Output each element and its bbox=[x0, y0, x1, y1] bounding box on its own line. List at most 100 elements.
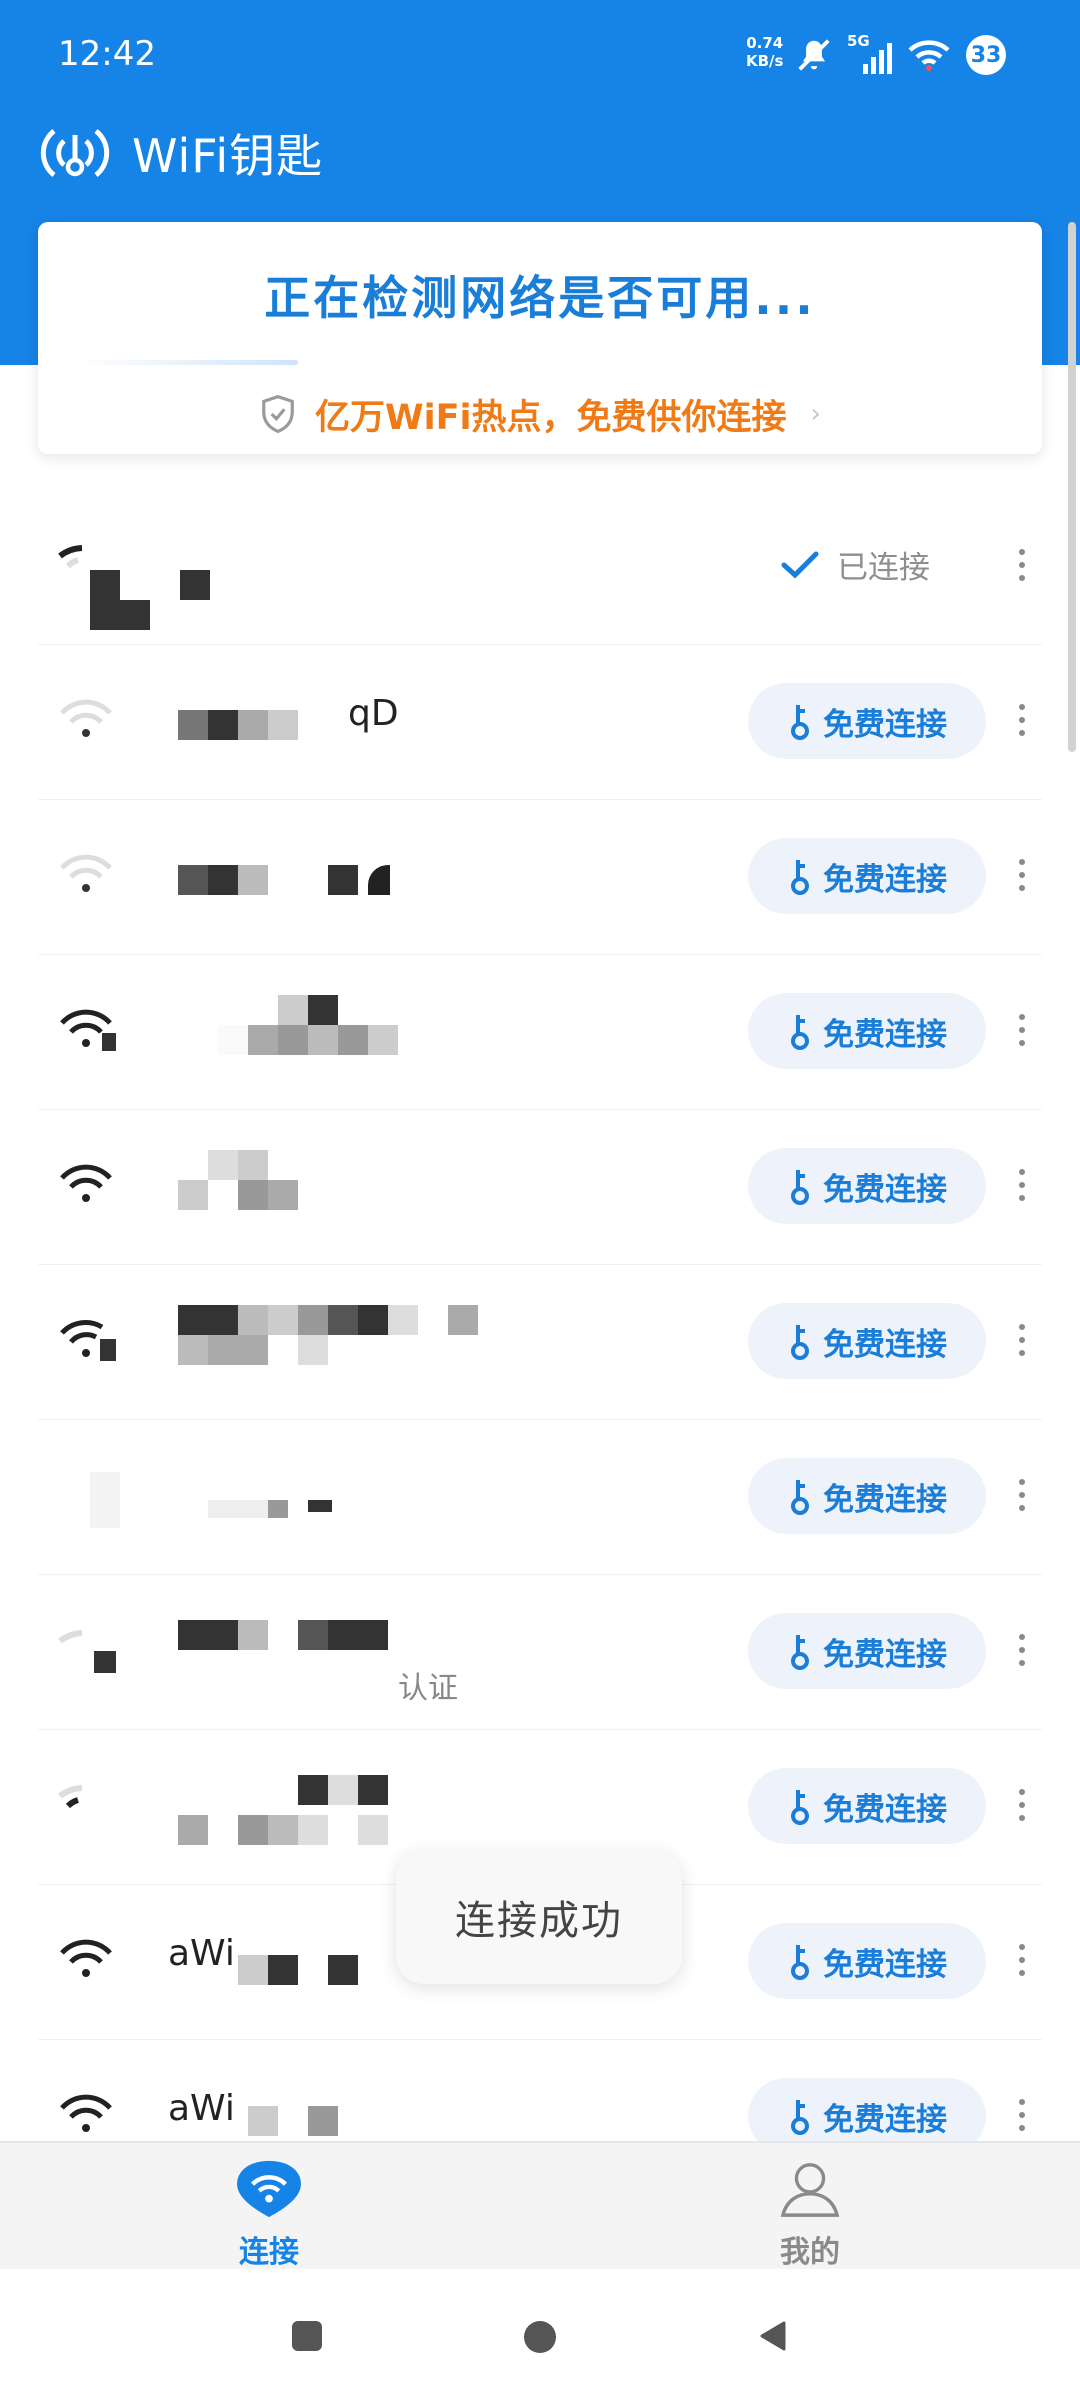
wifi-signal-icon bbox=[60, 699, 112, 737]
wifi-signal-icon bbox=[60, 1320, 116, 1361]
wifi-signal-icon bbox=[60, 2094, 112, 2132]
free-connect-label: 免费连接 bbox=[823, 861, 947, 898]
nav-tab-connect[interactable]: 连接 bbox=[169, 2143, 369, 2271]
ssid-label: aWi bbox=[168, 2088, 235, 2129]
key-icon bbox=[791, 705, 809, 740]
wifi-row[interactable]: 已连接 bbox=[38, 490, 1042, 645]
more-options-icon[interactable] bbox=[1002, 1470, 1042, 1520]
key-icon bbox=[791, 2100, 809, 2135]
speed-unit: KB/s bbox=[746, 52, 784, 70]
cellular-signal-icon: 5G bbox=[847, 32, 892, 74]
key-icon bbox=[791, 1790, 809, 1825]
ssid-obscured bbox=[218, 995, 498, 1065]
key-icon bbox=[791, 860, 809, 895]
nav-tab-mine[interactable]: 我的 bbox=[710, 2143, 910, 2271]
nav-label-connect: 连接 bbox=[239, 2235, 299, 2270]
free-connect-button[interactable]: 免费连接 bbox=[748, 683, 986, 759]
detect-progress-bar bbox=[78, 360, 298, 365]
wifi-row[interactable]: qD 免费连接 bbox=[38, 645, 1042, 800]
more-options-icon[interactable] bbox=[1002, 1625, 1042, 1675]
toast-message: 连接成功 bbox=[396, 1850, 682, 1984]
more-options-icon[interactable] bbox=[1002, 695, 1042, 745]
system-nav-bar bbox=[0, 2269, 1080, 2400]
more-options-icon[interactable] bbox=[1002, 2090, 1042, 2140]
back-icon[interactable] bbox=[758, 2321, 786, 2351]
wifi-signal-icon bbox=[60, 854, 112, 892]
free-connect-button[interactable]: 免费连接 bbox=[748, 1458, 986, 1534]
more-options-icon[interactable] bbox=[1002, 540, 1042, 590]
free-connect-label: 免费连接 bbox=[823, 1171, 947, 1208]
free-connect-label: 免费连接 bbox=[823, 1636, 947, 1673]
wifi-row[interactable]: 免费连接 bbox=[38, 1420, 1042, 1575]
more-options-icon[interactable] bbox=[1002, 850, 1042, 900]
wifi-signal-icon bbox=[58, 1785, 83, 1809]
free-connect-label: 免费连接 bbox=[823, 706, 947, 743]
key-icon bbox=[791, 1635, 809, 1670]
check-icon bbox=[781, 551, 819, 578]
more-options-icon[interactable] bbox=[1002, 1780, 1042, 1830]
user-icon bbox=[780, 2163, 840, 2217]
key-icon bbox=[791, 1325, 809, 1360]
wifi-row[interactable]: 免费连接 bbox=[38, 800, 1042, 955]
speed-value: 0.74 bbox=[746, 34, 784, 52]
wifi-signal-icon bbox=[90, 1472, 120, 1528]
wifi-row[interactable]: 认证 免费连接 bbox=[38, 1575, 1042, 1730]
network-type: 5G bbox=[847, 32, 870, 50]
key-icon bbox=[791, 1170, 809, 1205]
wifi-signal-icon bbox=[60, 1009, 116, 1051]
chevron-right-icon: › bbox=[810, 399, 821, 429]
ssid-label: qD bbox=[348, 693, 399, 734]
wifi-status-icon bbox=[908, 40, 950, 71]
battery-badge: 33 bbox=[966, 35, 1006, 75]
ssid-obscured bbox=[178, 710, 488, 780]
hotspot-banner[interactable]: 亿万WiFi热点，免费供你连接 › bbox=[38, 384, 1042, 444]
network-speed: 0.74 KB/s bbox=[746, 34, 783, 70]
connected-label: 已连接 bbox=[837, 550, 930, 586]
key-icon bbox=[791, 1480, 809, 1515]
bottom-nav: 连接 我的 bbox=[0, 2141, 1080, 2271]
ssid-obscured bbox=[90, 570, 290, 640]
ssid-obscured bbox=[208, 1500, 428, 1570]
more-options-icon[interactable] bbox=[1002, 1315, 1042, 1365]
free-connect-button[interactable]: 免费连接 bbox=[748, 1303, 986, 1379]
ssid-obscured bbox=[178, 1620, 418, 1690]
recent-apps-icon[interactable] bbox=[292, 2321, 322, 2351]
wifi-signal-icon bbox=[60, 1939, 112, 1977]
free-connect-label: 免费连接 bbox=[823, 2101, 947, 2138]
ssid-obscured bbox=[178, 865, 488, 935]
ssid-obscured bbox=[238, 1955, 398, 2025]
free-connect-label: 免费连接 bbox=[823, 1326, 947, 1363]
ssid-obscured bbox=[178, 1150, 448, 1220]
more-options-icon[interactable] bbox=[1002, 1005, 1042, 1055]
more-options-icon[interactable] bbox=[1002, 1160, 1042, 1210]
connected-status: 已连接 bbox=[781, 542, 930, 587]
wifi-row[interactable]: 免费连接 bbox=[38, 955, 1042, 1110]
free-connect-label: 免费连接 bbox=[823, 1791, 947, 1828]
ssid-obscured bbox=[178, 1305, 478, 1375]
free-connect-button[interactable]: 免费连接 bbox=[748, 1613, 986, 1689]
app-title: WiFi钥匙 bbox=[132, 129, 324, 183]
free-connect-button[interactable]: 免费连接 bbox=[748, 1148, 986, 1224]
more-options-icon[interactable] bbox=[1002, 1935, 1042, 1985]
wifi-row[interactable]: 免费连接 bbox=[38, 1110, 1042, 1265]
home-icon[interactable] bbox=[524, 2321, 556, 2353]
free-connect-button[interactable]: 免费连接 bbox=[748, 993, 986, 1069]
free-connect-button[interactable]: 免费连接 bbox=[748, 838, 986, 914]
ssid-label: aWi bbox=[168, 1933, 235, 1974]
detect-card: 正在检测网络是否可用... 亿万WiFi热点，免费供你连接 › bbox=[38, 222, 1042, 454]
free-connect-label: 免费连接 bbox=[823, 1481, 947, 1518]
key-icon bbox=[791, 1945, 809, 1980]
hotspot-text: 亿万WiFi热点，免费供你连接 bbox=[315, 397, 787, 438]
free-connect-button[interactable]: 免费连接 bbox=[748, 1768, 986, 1844]
nav-label-mine: 我的 bbox=[780, 2235, 840, 2270]
status-bar: 12:42 0.74 KB/s 5G 33 bbox=[0, 0, 1080, 110]
free-connect-button[interactable]: 免费连接 bbox=[748, 1923, 986, 1999]
free-connect-label: 免费连接 bbox=[823, 1016, 947, 1053]
wifi-signal-icon bbox=[60, 1164, 112, 1202]
wifi-key-logo-icon bbox=[40, 129, 110, 177]
wifi-signal-icon bbox=[58, 1630, 116, 1673]
free-connect-label: 免费连接 bbox=[823, 1946, 947, 1983]
wifi-row[interactable]: 免费连接 bbox=[38, 1265, 1042, 1420]
ssid-label: 认证 bbox=[398, 1671, 458, 1706]
status-time: 12:42 bbox=[58, 34, 156, 74]
